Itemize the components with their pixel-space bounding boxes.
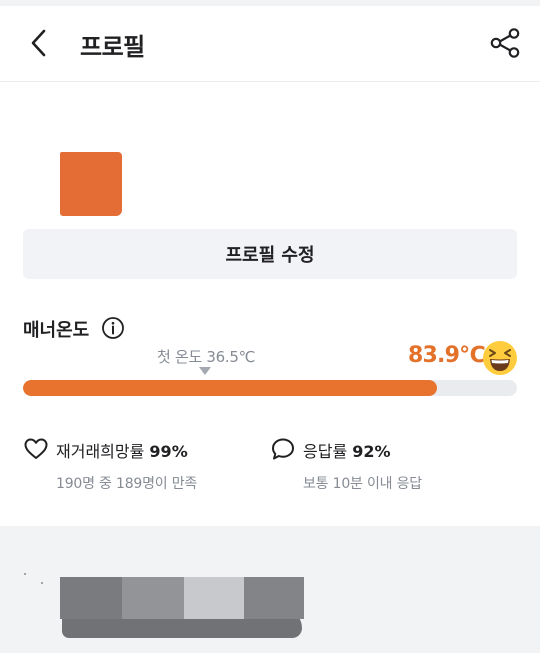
chevron-left-icon (31, 29, 46, 57)
response-rate-label: 응답률 92% (303, 438, 391, 462)
avatar[interactable] (60, 152, 122, 216)
rematch-rate-detail: 190명 중 189명이 만족 (56, 476, 198, 492)
redaction-block (122, 577, 184, 619)
artifact-dot (24, 573, 26, 575)
rematch-rate-label: 재거래희망률 99% (56, 438, 188, 462)
info-circle-icon (102, 317, 124, 339)
first-temperature-marker (199, 367, 211, 375)
manner-temperature-bar-fill (23, 380, 438, 396)
manner-temperature-label: 매너온도 (23, 320, 90, 341)
edit-profile-button[interactable]: 프로필 수정 (23, 229, 517, 279)
response-rate-value: 92% (352, 442, 391, 461)
manner-temperature-bar (23, 380, 517, 396)
redaction-block (60, 577, 122, 619)
speech-bubble-icon (272, 438, 294, 460)
redaction-block (184, 577, 244, 619)
laughing-face-icon (482, 340, 518, 376)
rematch-rate-title: 재거래희망률 (56, 442, 145, 461)
redacted-area (60, 577, 304, 619)
share-button[interactable] (488, 26, 522, 60)
heart-icon (24, 438, 48, 459)
share-icon (490, 28, 520, 58)
redaction-block (244, 577, 304, 619)
page-title: 프로필 (80, 33, 145, 61)
response-rate-title: 응답률 (303, 442, 348, 461)
info-button[interactable] (101, 316, 125, 340)
app-header: 프로필 (0, 0, 540, 82)
back-button[interactable] (24, 28, 54, 58)
manner-temperature-value: 83.9℃ (408, 343, 486, 368)
artifact-dot (41, 582, 43, 584)
first-temperature-label: 첫 온도 36.5℃ (157, 348, 256, 366)
rematch-rate-value: 99% (149, 442, 188, 461)
response-rate-detail: 보통 10분 이내 응답 (303, 476, 422, 492)
